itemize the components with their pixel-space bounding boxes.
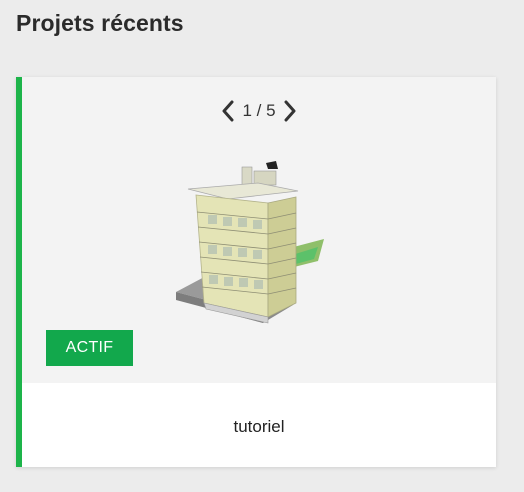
status-badge: ACTIF [46,330,133,366]
building-model-icon [176,161,324,324]
chevron-right-icon[interactable] [282,99,298,123]
page-title: Projets récents [16,10,184,36]
project-name[interactable]: tutoriel [22,417,496,437]
card-media[interactable]: 1 / 5 ACTIF [22,77,496,383]
image-pager: 1 / 5 [22,99,496,123]
pager-counter: 1 / 5 [242,101,276,120]
chevron-left-icon[interactable] [220,99,236,123]
project-thumbnail[interactable] [168,157,338,339]
project-card[interactable]: 1 / 5 ACTIF tutoriel [16,77,496,467]
